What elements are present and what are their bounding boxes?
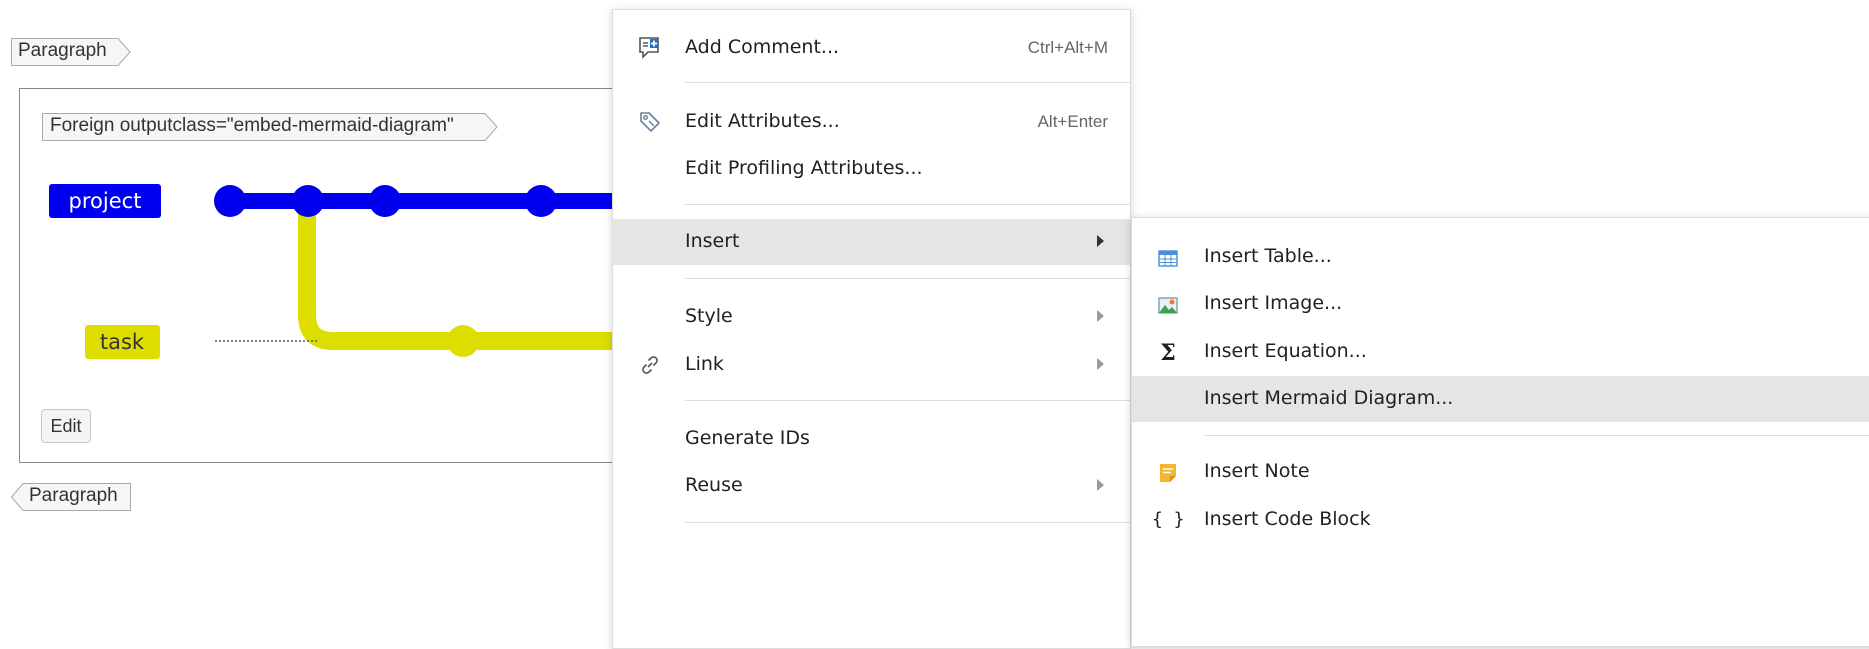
foreign-element-box: project task [19,88,640,463]
commit-dot [369,185,401,217]
sigma-icon: Σ [1160,340,1176,366]
submenu-item-label: Insert Equation... [1204,340,1367,362]
foreign-tag-label: Foreign outputclass="embed-mermaid-diagr… [50,115,454,136]
submenu-item-insert-note[interactable]: Insert Note [1132,449,1869,495]
note-icon [1160,464,1176,482]
submenu-item-label: Insert Note [1204,460,1310,482]
task-branch-label: task [100,330,145,354]
shortcut-text: Ctrl+Alt+M [1027,38,1108,57]
menu-item-label: Edit Profiling Attributes... [685,157,923,179]
submenu-item-label: Insert Code Block [1204,508,1371,530]
menu-item-label: Add Comment... [685,36,840,58]
code-braces-icon: { } [1152,509,1185,530]
menu-item-label: Reuse [685,474,743,496]
commit-dot [292,185,324,217]
edit-button[interactable]: Edit [41,409,91,443]
menu-item-style[interactable]: Style [613,294,1130,340]
menu-item-insert[interactable]: Insert [613,219,1130,265]
commit-dot [447,325,479,357]
add-comment-icon [639,37,659,59]
menu-item-edit-attributes[interactable]: Edit Attributes... Alt+Enter [613,99,1130,145]
submenu-item-insert-table[interactable]: Insert Table... [1132,234,1869,280]
menu-divider [685,204,1130,205]
menu-divider [685,522,1130,523]
menu-item-label: Link [685,353,724,375]
task-branch-line [298,201,640,350]
paragraph-end-tag[interactable]: Paragraph [10,483,131,511]
menu-item-label: Generate IDs [685,427,810,449]
submenu-arrow-icon [1097,310,1104,322]
menu-item-add-comment[interactable]: Add Comment... Ctrl+Alt+M [613,25,1130,71]
tag-icon [640,112,660,132]
paragraph-start-label: Paragraph [18,40,107,61]
image-icon [1158,297,1178,314]
menu-item-label: Edit Attributes... [685,110,840,132]
menu-item-reuse[interactable]: Reuse [613,463,1130,509]
menu-divider [685,82,1130,83]
menu-item-label: Style [685,305,733,327]
submenu-item-insert-equation[interactable]: Σ Insert Equation... [1132,329,1869,375]
menu-divider [685,278,1130,279]
context-menu: Add Comment... Ctrl+Alt+M Edit Attribute… [612,9,1131,649]
foreign-tag[interactable]: Foreign outputclass="embed-mermaid-diagr… [42,113,498,141]
menu-divider [685,400,1130,401]
submenu-arrow-icon [1097,479,1104,491]
submenu-item-insert-code-block[interactable]: { } Insert Code Block [1132,497,1869,543]
submenu-item-insert-image[interactable]: Insert Image... [1132,281,1869,327]
submenu-item-label: Insert Table... [1204,245,1332,267]
table-icon [1158,250,1178,267]
paragraph-start-tag[interactable]: Paragraph [11,38,131,66]
menu-item-edit-profiling-attributes[interactable]: Edit Profiling Attributes... [613,146,1130,192]
submenu-item-label: Insert Image... [1204,292,1343,314]
menu-item-label: Insert [685,230,740,252]
shortcut-text: Alt+Enter [1037,112,1108,131]
submenu-item-insert-mermaid-diagram[interactable]: Insert Mermaid Diagram... [1132,376,1869,422]
link-icon [642,356,658,374]
menu-item-generate-ids[interactable]: Generate IDs [613,416,1130,462]
insert-submenu: Insert Table... Insert Image... Σ Insert… [1131,217,1869,647]
commit-dot [214,185,246,217]
paragraph-end-label: Paragraph [29,485,118,506]
menu-item-link[interactable]: Link [613,342,1130,388]
project-branch-label: project [69,189,142,213]
submenu-divider [1204,435,1869,436]
submenu-arrow-icon [1097,235,1104,247]
commit-dot [525,185,557,217]
submenu-arrow-icon [1097,358,1104,370]
mermaid-git-graph: project task [49,184,640,359]
submenu-item-label: Insert Mermaid Diagram... [1204,387,1454,409]
